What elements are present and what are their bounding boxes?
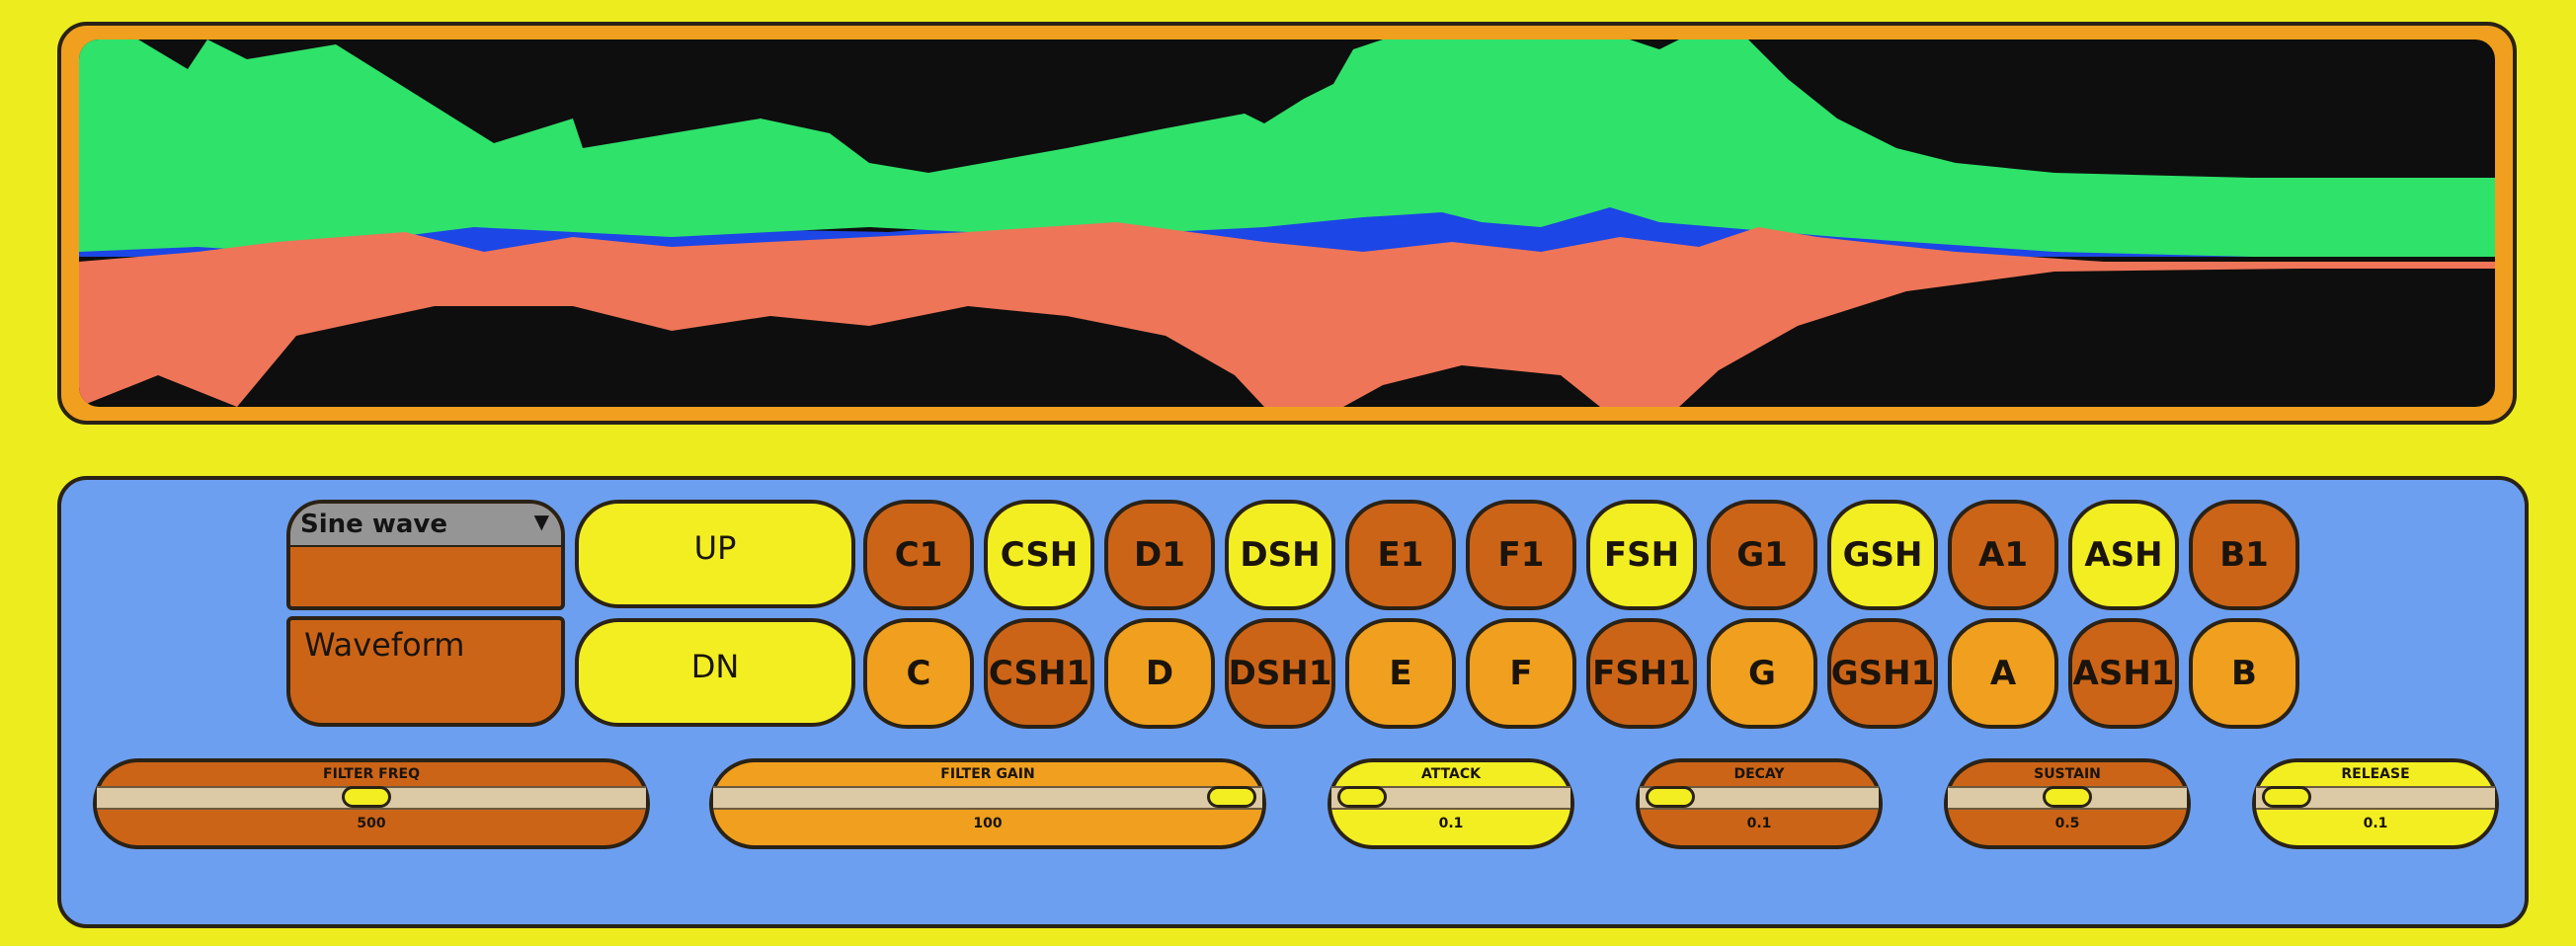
sustain-thumb[interactable] bbox=[2043, 786, 2092, 808]
release-thumb[interactable] bbox=[2262, 786, 2311, 808]
key-c[interactable]: C bbox=[863, 618, 974, 729]
key-d1[interactable]: D1 bbox=[1104, 500, 1215, 610]
filter-freq-label: FILTER FREQ bbox=[323, 766, 420, 782]
release-track[interactable] bbox=[2256, 786, 2495, 810]
key-g[interactable]: G bbox=[1707, 618, 1817, 729]
key-d[interactable]: D bbox=[1104, 618, 1215, 729]
filter-freq-slider[interactable]: FILTER FREQ 500 bbox=[93, 758, 650, 849]
key-gsh1[interactable]: GSH1 bbox=[1827, 618, 1938, 729]
chevron-down-icon[interactable]: ▼ bbox=[534, 510, 549, 533]
key-f[interactable]: F bbox=[1466, 618, 1576, 729]
control-panel: Sine wave ▼ Waveform UP DN C1 CSH D1 DSH… bbox=[57, 476, 2529, 928]
key-ash[interactable]: ASH bbox=[2068, 500, 2179, 610]
key-fsh[interactable]: FSH bbox=[1586, 500, 1697, 610]
decay-slider[interactable]: DECAY 0.1 bbox=[1636, 758, 1883, 849]
decay-thumb[interactable] bbox=[1646, 786, 1695, 808]
green-waveform-layer bbox=[79, 39, 2495, 257]
release-slider[interactable]: RELEASE 0.1 bbox=[2252, 758, 2499, 849]
attack-slider[interactable]: ATTACK 0.1 bbox=[1328, 758, 1574, 849]
filter-freq-value: 500 bbox=[357, 816, 386, 831]
octave-down-button[interactable]: DN bbox=[575, 618, 855, 727]
key-b1[interactable]: B1 bbox=[2189, 500, 2299, 610]
key-e1[interactable]: E1 bbox=[1345, 500, 1456, 610]
sustain-value: 0.5 bbox=[2054, 816, 2080, 831]
filter-gain-thumb[interactable] bbox=[1207, 786, 1256, 808]
key-csh1[interactable]: CSH1 bbox=[984, 618, 1094, 729]
waveform-select[interactable]: Sine wave ▼ bbox=[286, 500, 565, 610]
waveform-label: Waveform bbox=[286, 616, 565, 727]
waveform-select-head[interactable]: Sine wave ▼ bbox=[290, 504, 561, 547]
key-dsh1[interactable]: DSH1 bbox=[1225, 618, 1335, 729]
key-a[interactable]: A bbox=[1948, 618, 2058, 729]
decay-track[interactable] bbox=[1640, 786, 1879, 810]
decay-label: DECAY bbox=[1733, 766, 1785, 782]
key-ash1[interactable]: ASH1 bbox=[2068, 618, 2179, 729]
sustain-slider[interactable]: SUSTAIN 0.5 bbox=[1944, 758, 2191, 849]
sustain-label: SUSTAIN bbox=[2034, 766, 2101, 782]
decay-value: 0.1 bbox=[1746, 816, 1772, 831]
key-g1[interactable]: G1 bbox=[1707, 500, 1817, 610]
key-a1[interactable]: A1 bbox=[1948, 500, 2058, 610]
attack-thumb[interactable] bbox=[1337, 786, 1387, 808]
oscilloscope-frame bbox=[57, 22, 2517, 425]
key-csh[interactable]: CSH bbox=[984, 500, 1094, 610]
key-c1[interactable]: C1 bbox=[863, 500, 974, 610]
filter-gain-track[interactable] bbox=[713, 786, 1262, 810]
key-b[interactable]: B bbox=[2189, 618, 2299, 729]
filter-freq-thumb[interactable] bbox=[342, 786, 392, 808]
waveform-visualization bbox=[79, 39, 2495, 407]
waveform-select-value: Sine wave bbox=[300, 510, 447, 539]
filter-gain-label: FILTER GAIN bbox=[940, 766, 1035, 782]
key-e[interactable]: E bbox=[1345, 618, 1456, 729]
key-f1[interactable]: F1 bbox=[1466, 500, 1576, 610]
sustain-track[interactable] bbox=[1948, 786, 2187, 810]
filter-gain-value: 100 bbox=[973, 816, 1003, 831]
filter-gain-slider[interactable]: FILTER GAIN 100 bbox=[709, 758, 1266, 849]
key-fsh1[interactable]: FSH1 bbox=[1586, 618, 1697, 729]
attack-value: 0.1 bbox=[1438, 816, 1464, 831]
key-gsh[interactable]: GSH bbox=[1827, 500, 1938, 610]
octave-up-button[interactable]: UP bbox=[575, 500, 855, 608]
filter-freq-track[interactable] bbox=[97, 786, 646, 810]
oscilloscope-screen bbox=[79, 39, 2495, 407]
attack-label: ATTACK bbox=[1420, 766, 1482, 782]
key-dsh[interactable]: DSH bbox=[1225, 500, 1335, 610]
release-label: RELEASE bbox=[2341, 766, 2410, 782]
attack-track[interactable] bbox=[1331, 786, 1570, 810]
release-value: 0.1 bbox=[2363, 816, 2388, 831]
